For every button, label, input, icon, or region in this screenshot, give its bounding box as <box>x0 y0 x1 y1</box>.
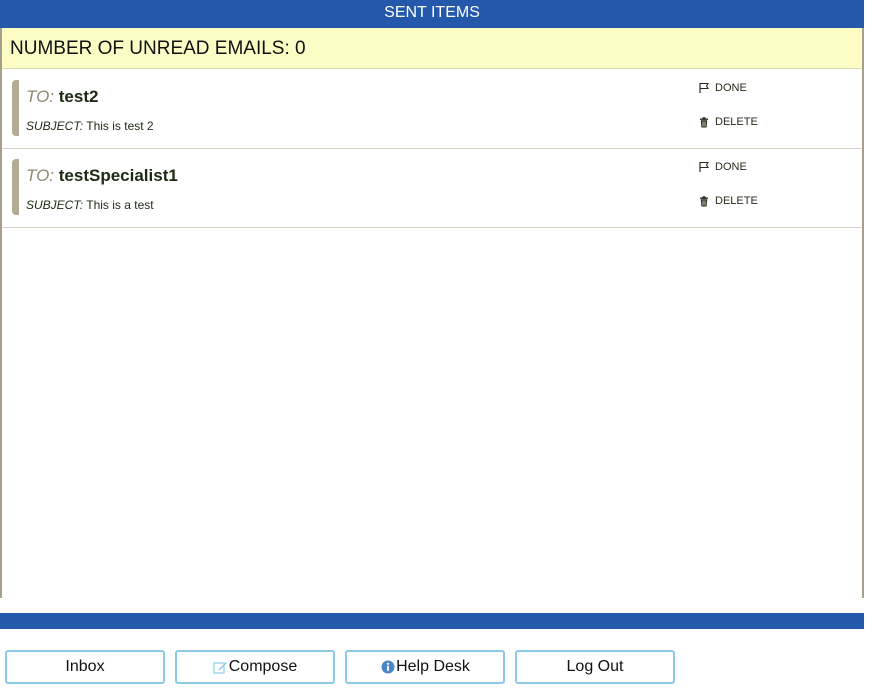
email-list-item[interactable]: TO: testSpecialist1 SUBJECT: This is a t… <box>2 149 862 228</box>
help-desk-label: Help Desk <box>396 658 470 675</box>
inbox-label: Inbox <box>65 658 105 675</box>
unread-count-banner: NUMBER OF UNREAD EMAILS: 0 <box>2 28 862 69</box>
to-label: TO: <box>26 87 55 106</box>
email-list-item[interactable]: TO: test2 SUBJECT: This is test 2 DONE D… <box>2 70 862 149</box>
logout-button[interactable]: Log Out <box>515 650 675 684</box>
subject-value: This is test 2 <box>86 119 154 133</box>
delete-label: DELETE <box>715 116 758 128</box>
subject-value: This is a test <box>86 198 154 212</box>
info-icon <box>380 659 396 675</box>
email-recipient: TO: test2 <box>26 87 98 107</box>
trash-icon <box>697 195 711 207</box>
subject-label: SUBJECT: <box>26 198 84 212</box>
logout-label: Log Out <box>566 658 624 675</box>
delete-button[interactable]: DELETE <box>697 116 758 128</box>
to-value: testSpecialist1 <box>58 166 178 185</box>
email-recipient: TO: testSpecialist1 <box>26 166 178 186</box>
footer-bar <box>0 613 864 629</box>
page-title: SENT ITEMS <box>0 0 864 28</box>
flag-icon <box>697 82 711 94</box>
delete-label: DELETE <box>715 195 758 207</box>
done-label: DONE <box>715 82 747 94</box>
pencil-icon <box>213 659 229 675</box>
trash-icon <box>697 116 711 128</box>
done-label: DONE <box>715 161 747 173</box>
subject-label: SUBJECT: <box>26 119 84 133</box>
email-list: TO: test2 SUBJECT: This is test 2 DONE D… <box>2 70 862 228</box>
help-desk-button[interactable]: Help Desk <box>345 650 505 684</box>
to-label: TO: <box>26 166 55 185</box>
email-accent-bar <box>12 80 19 136</box>
email-accent-bar <box>12 159 19 215</box>
flag-icon <box>697 161 711 173</box>
compose-label: Compose <box>228 658 298 675</box>
done-button[interactable]: DONE <box>697 161 747 173</box>
inbox-button[interactable]: Inbox <box>5 650 165 684</box>
delete-button[interactable]: DELETE <box>697 195 758 207</box>
done-button[interactable]: DONE <box>697 82 747 94</box>
email-subject: SUBJECT: This is a test <box>26 198 154 212</box>
sent-items-panel: SENT ITEMS NUMBER OF UNREAD EMAILS: 0 TO… <box>0 0 864 598</box>
to-value: test2 <box>58 87 99 106</box>
compose-button[interactable]: Compose <box>175 650 335 684</box>
email-subject: SUBJECT: This is test 2 <box>26 119 154 133</box>
